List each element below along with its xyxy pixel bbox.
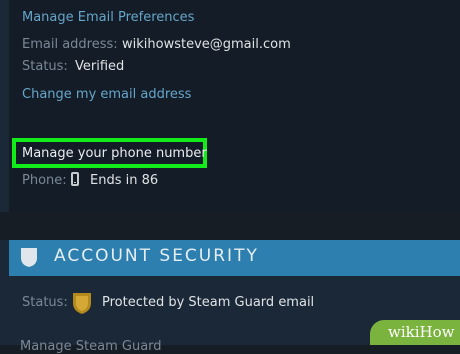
account-security-title: ACCOUNT SECURITY — [54, 246, 259, 266]
section-divider — [0, 212, 460, 240]
security-status-value: Protected by Steam Guard email — [102, 295, 315, 310]
security-status-label: Status: — [22, 295, 68, 310]
manage-email-preferences-link[interactable]: Manage Email Preferences — [22, 10, 194, 25]
steam-account-page: Manage Email Preferences Email address: … — [0, 0, 460, 354]
email-status-label: Status: — [22, 59, 68, 74]
wikihow-logo-text: wikiHow — [388, 323, 455, 341]
email-address-value: wikihowsteve@gmail.com — [122, 37, 291, 52]
shield-icon — [20, 247, 38, 268]
change-email-link[interactable]: Change my email address — [22, 87, 191, 102]
manage-phone-number-link[interactable]: Manage your phone number — [22, 146, 207, 161]
phone-value: Ends in 86 — [90, 173, 159, 188]
email-address-label: Email address: — [22, 37, 118, 52]
manage-steam-guard-link[interactable]: Manage Steam Guard — [20, 339, 162, 354]
steam-guard-icon — [72, 291, 92, 315]
phone-label: Phone: — [22, 173, 67, 188]
email-status-value: Verified — [75, 59, 125, 74]
phone-icon — [71, 172, 79, 186]
